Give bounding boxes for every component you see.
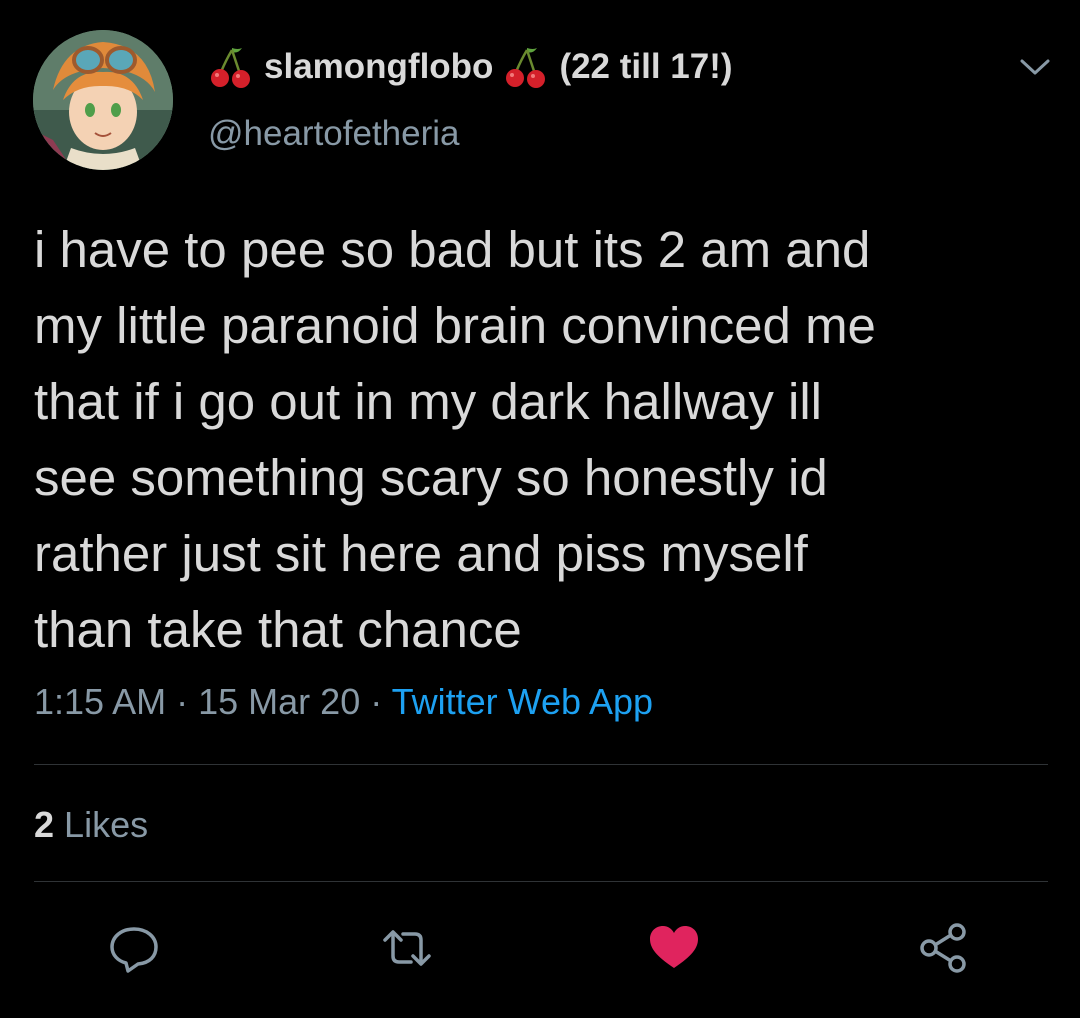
meta-separator: · <box>176 681 189 722</box>
chevron-down-icon[interactable] <box>1018 56 1052 78</box>
author-name-suffix: (22 till 17!) <box>559 47 733 86</box>
cherries-emoji-icon <box>208 44 254 90</box>
likes-label: Likes <box>64 804 149 845</box>
divider <box>34 881 1048 882</box>
retweet-icon <box>383 930 431 966</box>
meta-separator: · <box>370 681 383 722</box>
share-icon <box>920 923 966 973</box>
tweet-source-link[interactable]: Twitter Web App <box>392 681 653 722</box>
avatar-image <box>33 30 173 170</box>
tweet-date[interactable]: 15 Mar 20 <box>198 681 360 722</box>
likes-count: 2 <box>34 804 55 845</box>
tweet-text: i have to pee so bad but its 2 am and my… <box>34 221 876 658</box>
author-name-row[interactable]: slamongflobo (22 till 17!) <box>208 44 733 90</box>
reply-button[interactable] <box>106 920 162 976</box>
cherries-emoji-icon <box>503 44 549 90</box>
tweet-meta: 1:15 AM · 15 Mar 20 · Twitter Web App <box>34 681 653 723</box>
likes-stat[interactable]: 2 Likes <box>34 804 148 846</box>
author-handle[interactable]: @heartofetheria <box>208 114 460 154</box>
share-button[interactable] <box>915 920 971 976</box>
reply-icon <box>110 927 158 973</box>
tweet-time[interactable]: 1:15 AM <box>34 681 166 722</box>
avatar[interactable] <box>33 30 173 170</box>
author-display-name[interactable]: slamongflobo <box>264 47 493 87</box>
like-button[interactable] <box>646 920 702 976</box>
divider <box>34 764 1048 765</box>
heart-icon <box>650 926 698 968</box>
retweet-button[interactable] <box>379 920 435 976</box>
